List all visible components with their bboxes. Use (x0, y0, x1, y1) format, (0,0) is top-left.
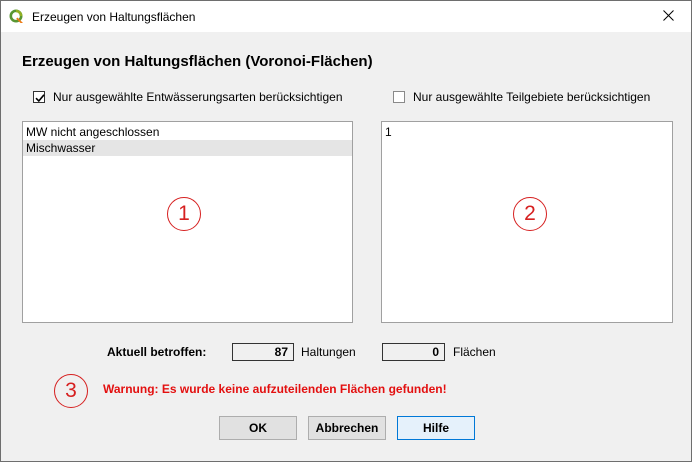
close-icon (662, 9, 674, 24)
checkbox-teilgebiete[interactable]: Nur ausgewählte Teilgebiete berücksichti… (393, 90, 650, 104)
help-button[interactable]: Hilfe (397, 416, 475, 440)
flaechen-label: Flächen (453, 345, 496, 359)
checkbox-unchecked-icon[interactable] (393, 91, 405, 103)
dialog-heading: Erzeugen von Haltungsflächen (Voronoi-Fl… (22, 53, 373, 70)
ok-button[interactable]: OK (219, 416, 297, 440)
haltungen-count-field: 87 (232, 343, 294, 361)
list-item[interactable]: MW nicht angeschlossen (23, 124, 352, 140)
warning-message: Warnung: Es wurde keine aufzuteilenden F… (103, 382, 447, 396)
window-title: Erzeugen von Haltungsflächen (32, 10, 196, 24)
checkbox-entwaesserungsarten[interactable]: Nur ausgewählte Entwässerungsarten berüc… (33, 90, 343, 104)
list-item[interactable]: Mischwasser (23, 140, 352, 156)
annotation-marker-2: 2 (513, 197, 547, 231)
haltungen-label: Haltungen (301, 345, 356, 359)
annotation-marker-3: 3 (54, 374, 88, 408)
title-bar: Erzeugen von Haltungsflächen (1, 1, 691, 32)
close-button[interactable] (645, 1, 691, 32)
annotation-marker-1: 1 (167, 197, 201, 231)
flaechen-count-field: 0 (382, 343, 445, 361)
checkbox-teilgebiete-label: Nur ausgewählte Teilgebiete berücksichti… (413, 90, 651, 104)
list-item[interactable]: 1 (382, 124, 672, 140)
affected-label: Aktuell betroffen: (107, 345, 207, 359)
checkbox-entwaesserungsarten-label: Nur ausgewählte Entwässerungsarten berüc… (53, 90, 343, 104)
dialog-window: Erzeugen von Haltungsflächen Erzeugen vo… (0, 0, 692, 462)
checkbox-checked-icon[interactable] (33, 91, 45, 103)
qgis-icon (9, 9, 25, 25)
cancel-button[interactable]: Abbrechen (308, 416, 386, 440)
